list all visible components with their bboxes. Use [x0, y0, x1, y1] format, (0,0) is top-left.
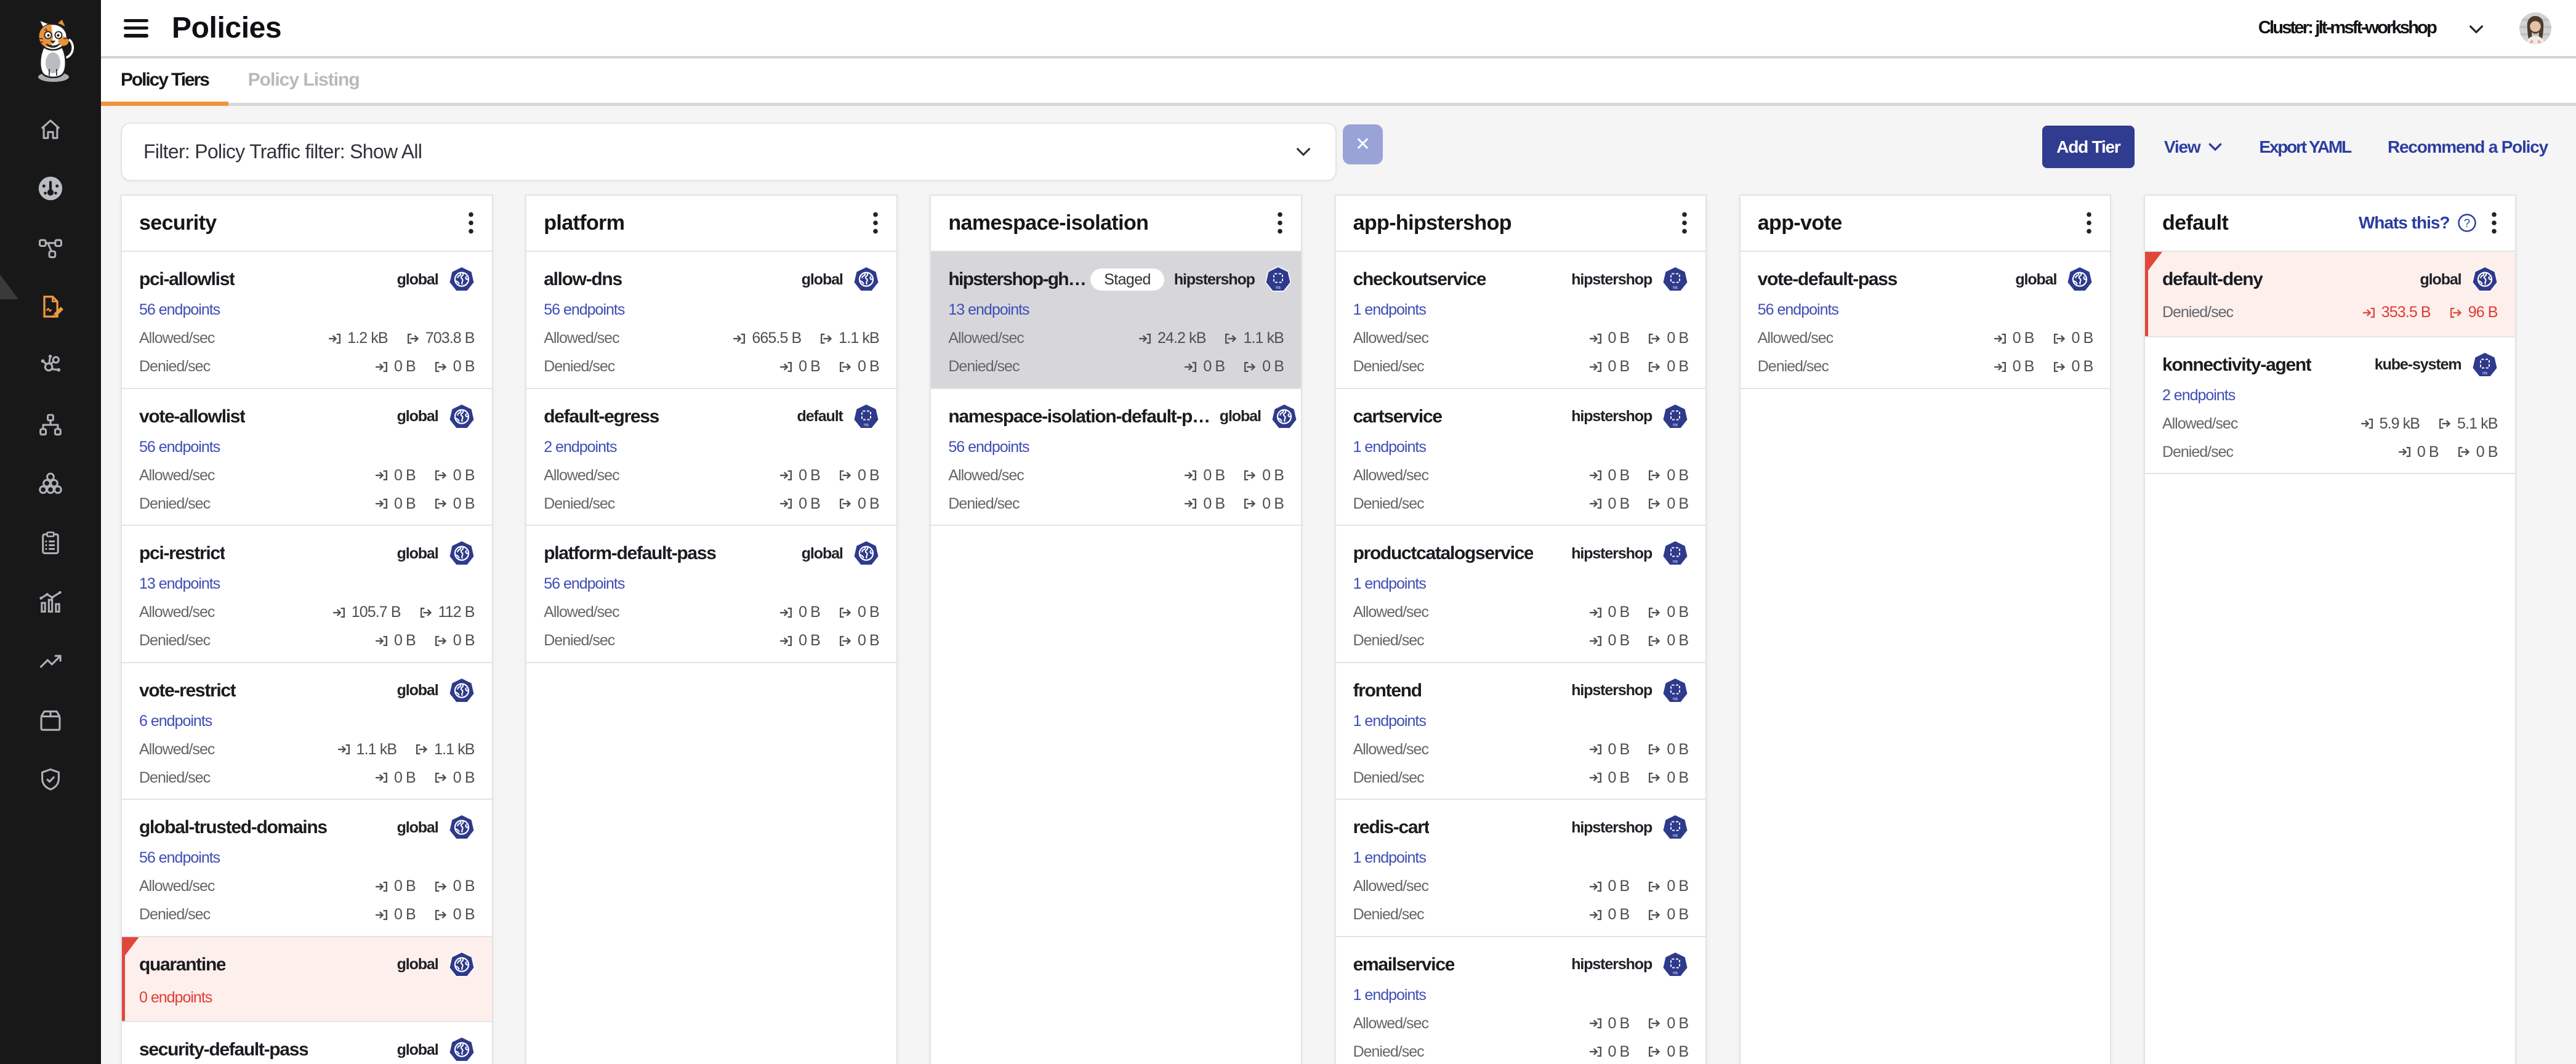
svg-text:ns: ns [1276, 284, 1281, 290]
svg-text:ns: ns [1673, 422, 1678, 427]
svg-text:ns: ns [1673, 696, 1678, 701]
svg-text:ns: ns [864, 422, 869, 427]
svg-text:ns: ns [2482, 370, 2487, 376]
svg-text:ns: ns [1673, 832, 1678, 838]
svg-text:ns: ns [1673, 970, 1678, 975]
svg-text:ns: ns [1673, 284, 1678, 290]
svg-text:?: ? [2463, 217, 2469, 230]
svg-text:ns: ns [1673, 558, 1678, 564]
